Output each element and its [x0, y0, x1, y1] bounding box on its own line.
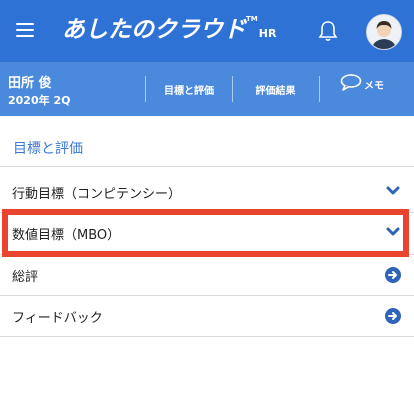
arrow-right-circle-icon: [385, 308, 401, 324]
user-avatar-icon: [367, 15, 401, 49]
section-title: 目標と評価: [13, 141, 83, 157]
list-item-overall-review[interactable]: 総評: [0, 255, 414, 295]
logo-suffix: HR: [258, 27, 277, 40]
evaluation-period: 2020年 2Q: [8, 94, 71, 107]
divider: [0, 166, 414, 167]
arrow-right-circle-icon: [385, 267, 401, 283]
chevron-down-icon: [386, 186, 400, 195]
user-name: 田所 俊: [8, 76, 52, 91]
list-item-competency-goals[interactable]: 行動目標（コンピテンシー）: [0, 172, 414, 212]
user-subbar: 田所 俊 2020年 2Q 目標と評価 評価結果 メモ: [0, 62, 414, 116]
memo-label: メモ: [364, 81, 384, 92]
row-label: 行動目標（コンピテンシー）: [12, 187, 182, 202]
subnav-evaluation-results[interactable]: 評価結果: [233, 62, 318, 116]
hamburger-menu-icon[interactable]: [16, 23, 34, 37]
divider: [319, 76, 320, 102]
row-label: フィードバック: [12, 311, 103, 326]
logo-trademark: TM: [246, 15, 258, 23]
divider: [0, 336, 414, 337]
bell-icon[interactable]: [318, 20, 338, 42]
highlight-box: [2, 209, 409, 257]
logo-text: あしたのクラウド: [62, 17, 246, 43]
avatar[interactable]: [366, 14, 402, 50]
subnav-label: 評価結果: [255, 85, 296, 97]
subnav-goals-and-evaluation[interactable]: 目標と評価: [146, 62, 232, 116]
top-bar: あしたのクラウドTMHR: [0, 0, 414, 62]
list-item-feedback[interactable]: フィードバック: [0, 296, 414, 336]
row-label: 総評: [12, 270, 39, 285]
subnav-label: 目標と評価: [164, 85, 214, 97]
speech-bubble-icon: [340, 74, 362, 91]
app-logo[interactable]: あしたのクラウドTMHR: [62, 10, 276, 50]
